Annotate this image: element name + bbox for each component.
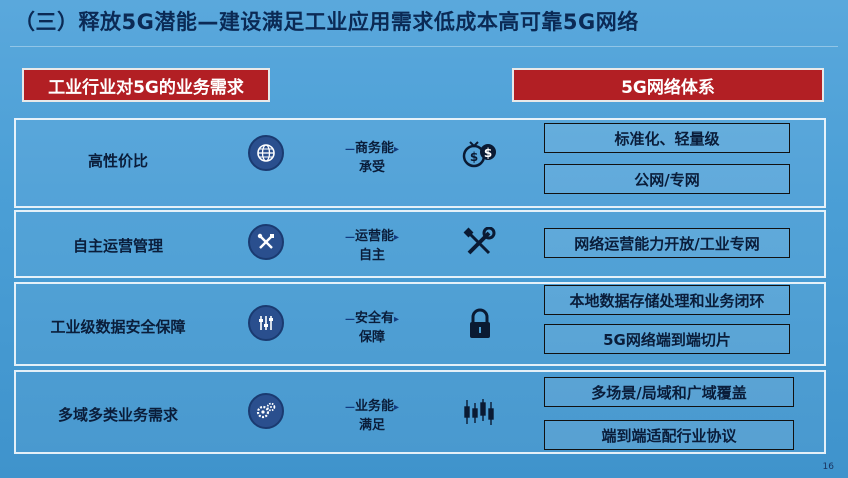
left-header-banner: 工业行业对5G的业务需求 (22, 68, 270, 102)
capability-label: —安全有▸ 保障 (344, 311, 400, 345)
gears-icon (248, 393, 284, 429)
capability-label: —运营能▸ 自主 (344, 229, 400, 263)
feature-box: 公网/专网 (544, 164, 790, 194)
row-label: 高性价比 (87, 152, 148, 170)
feature-box: 网络运营能力开放/工业专网 (544, 228, 790, 258)
capability-label: —商务能▸ 承受 (344, 141, 400, 175)
feature-box: 5G网络端到端切片 (544, 324, 790, 354)
coins-icon: $ $ (460, 136, 500, 172)
page-number: 16 (822, 462, 834, 472)
right-header-banner: 5G网络体系 (512, 68, 824, 102)
lock-icon (460, 306, 500, 342)
slide-title: （三）释放5G潜能—建设满足工业应用需求低成本高可靠5G网络 (14, 10, 639, 34)
feature-box: 标准化、轻量级 (544, 123, 790, 153)
tools-icon (248, 224, 284, 260)
candlestick-icon (460, 394, 500, 430)
feature-box: 本地数据存储处理和业务闭环 (544, 285, 790, 315)
feature-box: 端到端适配行业协议 (544, 420, 794, 450)
sliders-icon (248, 305, 284, 341)
row-label: 自主运营管理 (72, 237, 163, 255)
wrench-screwdriver-icon (460, 225, 500, 261)
svg-text:$: $ (470, 150, 478, 164)
row-label: 多域多类业务需求 (57, 406, 178, 424)
capability-label: —业务能▸ 满足 (344, 399, 400, 433)
title-divider (10, 46, 838, 47)
feature-box: 多场景/局域和广域覆盖 (544, 377, 794, 407)
svg-text:$: $ (484, 146, 492, 160)
row-label: 工业级数据安全保障 (50, 318, 186, 336)
globe-icon (248, 135, 284, 171)
